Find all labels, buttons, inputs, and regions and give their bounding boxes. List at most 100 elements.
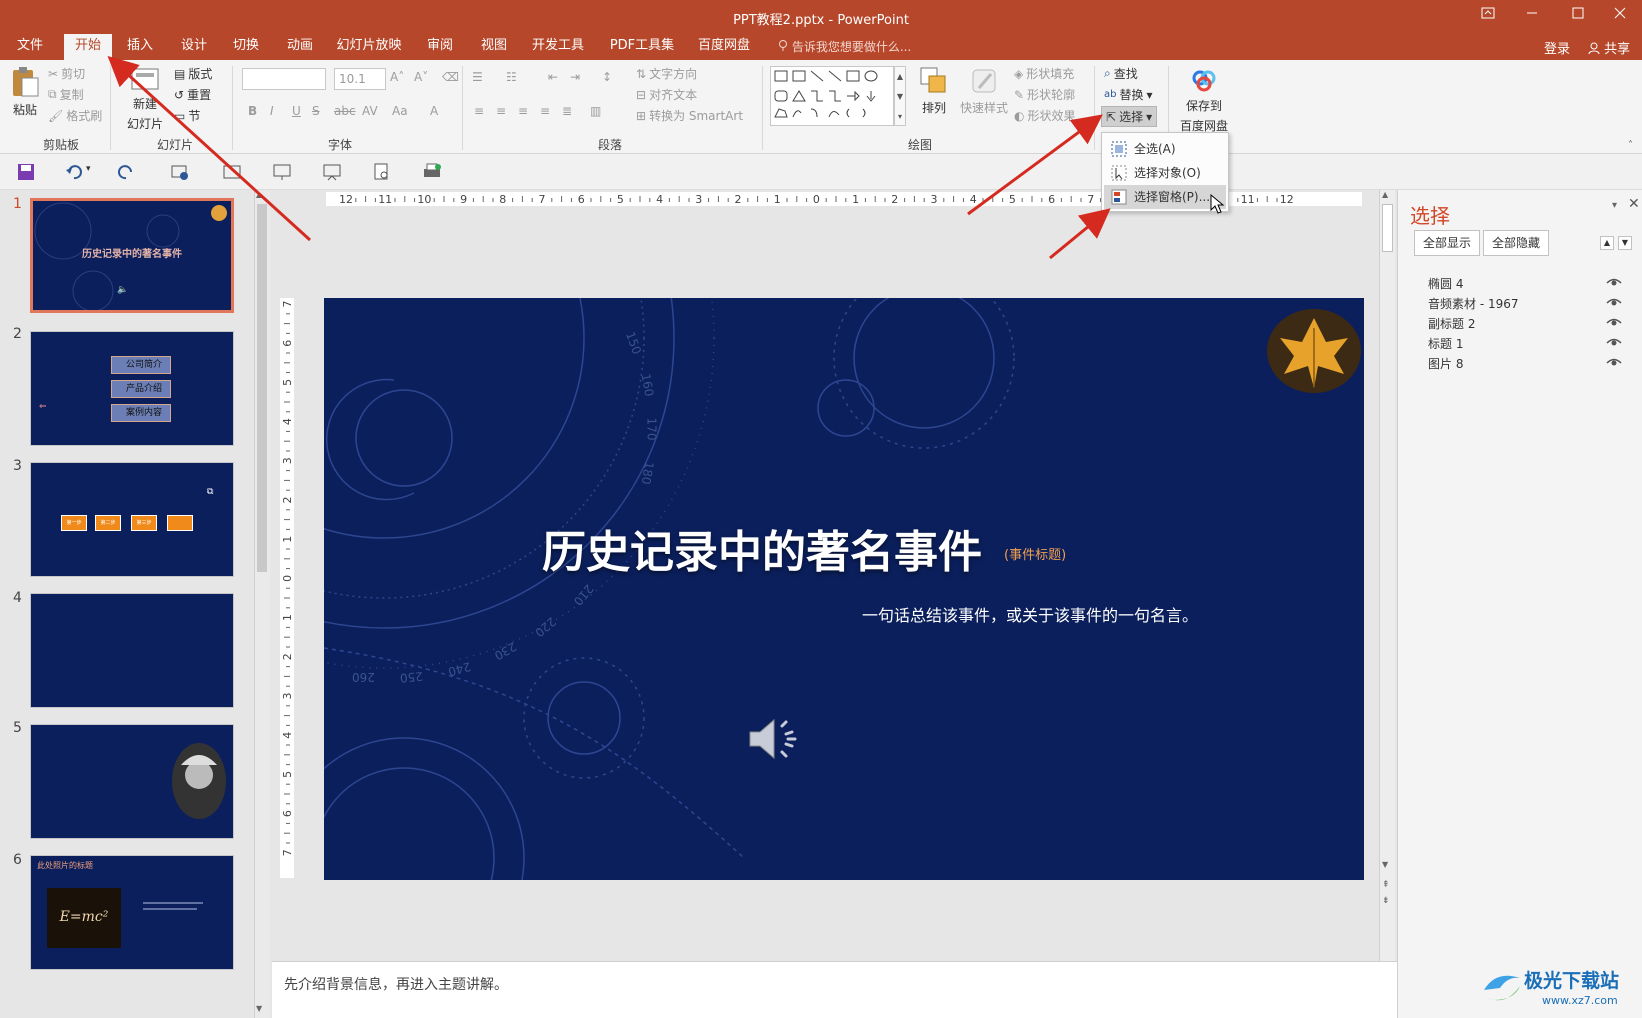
scroll-thumb[interactable] [1382,204,1393,252]
layer-item[interactable]: 图片 8 [1428,354,1628,374]
increase-indent-button[interactable]: ⇥ [570,70,580,84]
eye-icon[interactable] [1606,296,1622,308]
strikethrough-button[interactable]: abc [334,104,356,118]
align-right-button[interactable]: ≡ [518,104,528,118]
new-slide-button[interactable]: 新建 幻灯片 [120,66,170,132]
tab-developer[interactable]: 开发工具 [528,34,588,60]
reset-button[interactable]: ↺ 重置 [174,86,211,103]
font-size-box[interactable]: 10.1 [334,68,386,90]
pane-options-button[interactable]: ▾ [1612,200,1617,211]
distributed-button[interactable]: ≣ [562,104,572,118]
show-all-button[interactable]: 全部显示 [1414,230,1481,256]
login-link[interactable]: 登录 [1544,38,1570,57]
slide-thumbnail-3[interactable]: 第一步 第二步 第三步 ⧉ [30,462,234,577]
scroll-thumb[interactable] [257,204,267,572]
tab-baidu[interactable]: 百度网盘 [694,34,754,60]
leaf-photo[interactable] [1266,308,1362,394]
shape-fill-button[interactable]: ◈ 形状填充 [1014,65,1074,82]
slide-thumbnail-5[interactable] [30,724,234,839]
undo-icon[interactable] [64,162,84,182]
shadow-button[interactable]: S [312,104,320,118]
cut-button[interactable]: ✂ 剪切 [48,65,85,82]
slide-title[interactable]: 历史记录中的著名事件 [542,516,982,580]
eye-icon[interactable] [1606,276,1622,288]
layer-item[interactable]: 音频素材 - 1967 [1428,294,1628,314]
shrink-font-button[interactable]: A˅ [414,70,428,84]
columns-button[interactable]: ▥ [590,104,601,118]
section-button[interactable]: ▭ 节 [174,107,200,124]
tab-home[interactable]: 开始 [64,34,112,60]
layer-item[interactable]: 副标题 2 [1428,314,1628,334]
print-icon[interactable] [422,162,442,182]
close-button[interactable] [1606,6,1634,26]
eye-icon[interactable] [1606,336,1622,348]
align-left-button[interactable]: ≡ [474,104,484,118]
editor-scrollbar[interactable]: ▲ ▼ ⇞ ⇟ [1379,190,1395,961]
eye-icon[interactable] [1606,316,1622,328]
align-center-button[interactable]: ≡ [496,104,506,118]
slide-thumbnail-4[interactable] [30,593,234,708]
start-from-beginning-icon[interactable] [170,162,190,182]
close-pane-button[interactable]: ✕ [1628,196,1640,212]
tab-pdf-tools[interactable]: PDF工具集 [604,34,680,60]
text-direction-button[interactable]: ⇅ 文字方向 [636,65,697,82]
tab-file[interactable]: 文件 [10,34,50,60]
send-backward-button[interactable]: ▼ [1618,236,1632,250]
line-spacing-button[interactable]: ↕ [602,70,612,84]
paste-button[interactable]: 粘贴 [8,66,42,118]
next-slide-button[interactable]: ⇟ [1382,896,1390,906]
italic-button[interactable]: I [270,104,274,118]
maximize-button[interactable] [1564,6,1592,26]
justify-button[interactable]: ≡ [540,104,550,118]
grow-font-button[interactable]: A˄ [390,70,404,84]
find-button[interactable]: ⌕ 查找 [1104,65,1138,82]
tab-insert[interactable]: 插入 [120,34,160,60]
tell-me-search[interactable]: 告诉我您想要做什么... [778,38,911,55]
ribbon-display-options-button[interactable] [1474,6,1502,26]
select-button[interactable]: ⇱ 选择 ▾ [1101,106,1158,127]
notes-pane[interactable]: 先介绍背景信息，再进入主题讲解。 [272,961,1397,1018]
convert-smartart-button[interactable]: ⊞ 转换为 SmartArt [636,107,743,124]
redo-icon[interactable] [116,162,136,182]
share-button[interactable]: 共享 [1588,38,1630,57]
presenter-icon[interactable] [272,162,292,182]
presentation-icon[interactable] [322,162,342,182]
clear-format-button[interactable]: ⌫ [442,70,459,84]
font-color-button[interactable]: A [430,104,438,118]
change-case-button[interactable]: Aa [392,104,408,118]
audio-speaker-icon[interactable] [746,714,802,764]
thumbnails-scrollbar[interactable]: ▲ ▼ [254,190,270,1018]
scroll-down-arrow[interactable]: ▼ [256,1004,262,1013]
font-name-box[interactable] [242,68,326,90]
slide-thumbnail-6[interactable]: 此处照片的标题 E=mc² [30,855,234,970]
menu-item-select-all[interactable]: 全选(A) [1104,137,1226,161]
numbering-button[interactable]: ☷ [506,70,517,84]
bold-button[interactable]: B [248,104,257,118]
hide-all-button[interactable]: 全部隐藏 [1483,230,1550,256]
save-icon[interactable] [16,162,36,182]
minimize-button[interactable] [1518,6,1546,26]
shape-outline-button[interactable]: ✎ 形状轮廓 [1014,86,1075,103]
underline-button[interactable]: U [292,104,301,118]
previous-slide-button[interactable]: ⇞ [1382,880,1390,890]
arrange-button[interactable]: 排列 [916,66,952,116]
slide-icon[interactable] [222,162,242,182]
undo-dropdown-icon[interactable]: ▾ [86,164,91,174]
scroll-up-arrow[interactable]: ▲ [1382,190,1388,199]
print-preview-icon[interactable] [372,162,392,182]
align-text-button[interactable]: ⊟ 对齐文本 [636,86,697,103]
slide-thumbnail-1[interactable]: 历史记录中的著名事件 🔈 [30,198,234,313]
slide-canvas[interactable]: 150 160 170 180 210 220 230 240 250 260 … [324,298,1364,880]
tab-slideshow[interactable]: 幻灯片放映 [334,34,404,60]
replace-button[interactable]: ab 替换 ▾ [1104,86,1153,103]
save-to-baidu-button[interactable]: 保存到 百度网盘 [1178,66,1230,134]
tab-animations[interactable]: 动画 [280,34,320,60]
layer-item[interactable]: 标题 1 [1428,334,1628,354]
shape-effects-button[interactable]: ◐ 形状效果 [1014,107,1076,124]
tab-design[interactable]: 设计 [174,34,214,60]
layer-item[interactable]: 椭圆 4 [1428,274,1628,294]
copy-button[interactable]: ⧉ 复制 [48,86,84,103]
tab-view[interactable]: 视图 [474,34,514,60]
slide-thumbnail-2[interactable]: 公司简介 产品介绍 案例内容 ⇐ [30,331,234,446]
eye-icon[interactable] [1606,356,1622,368]
